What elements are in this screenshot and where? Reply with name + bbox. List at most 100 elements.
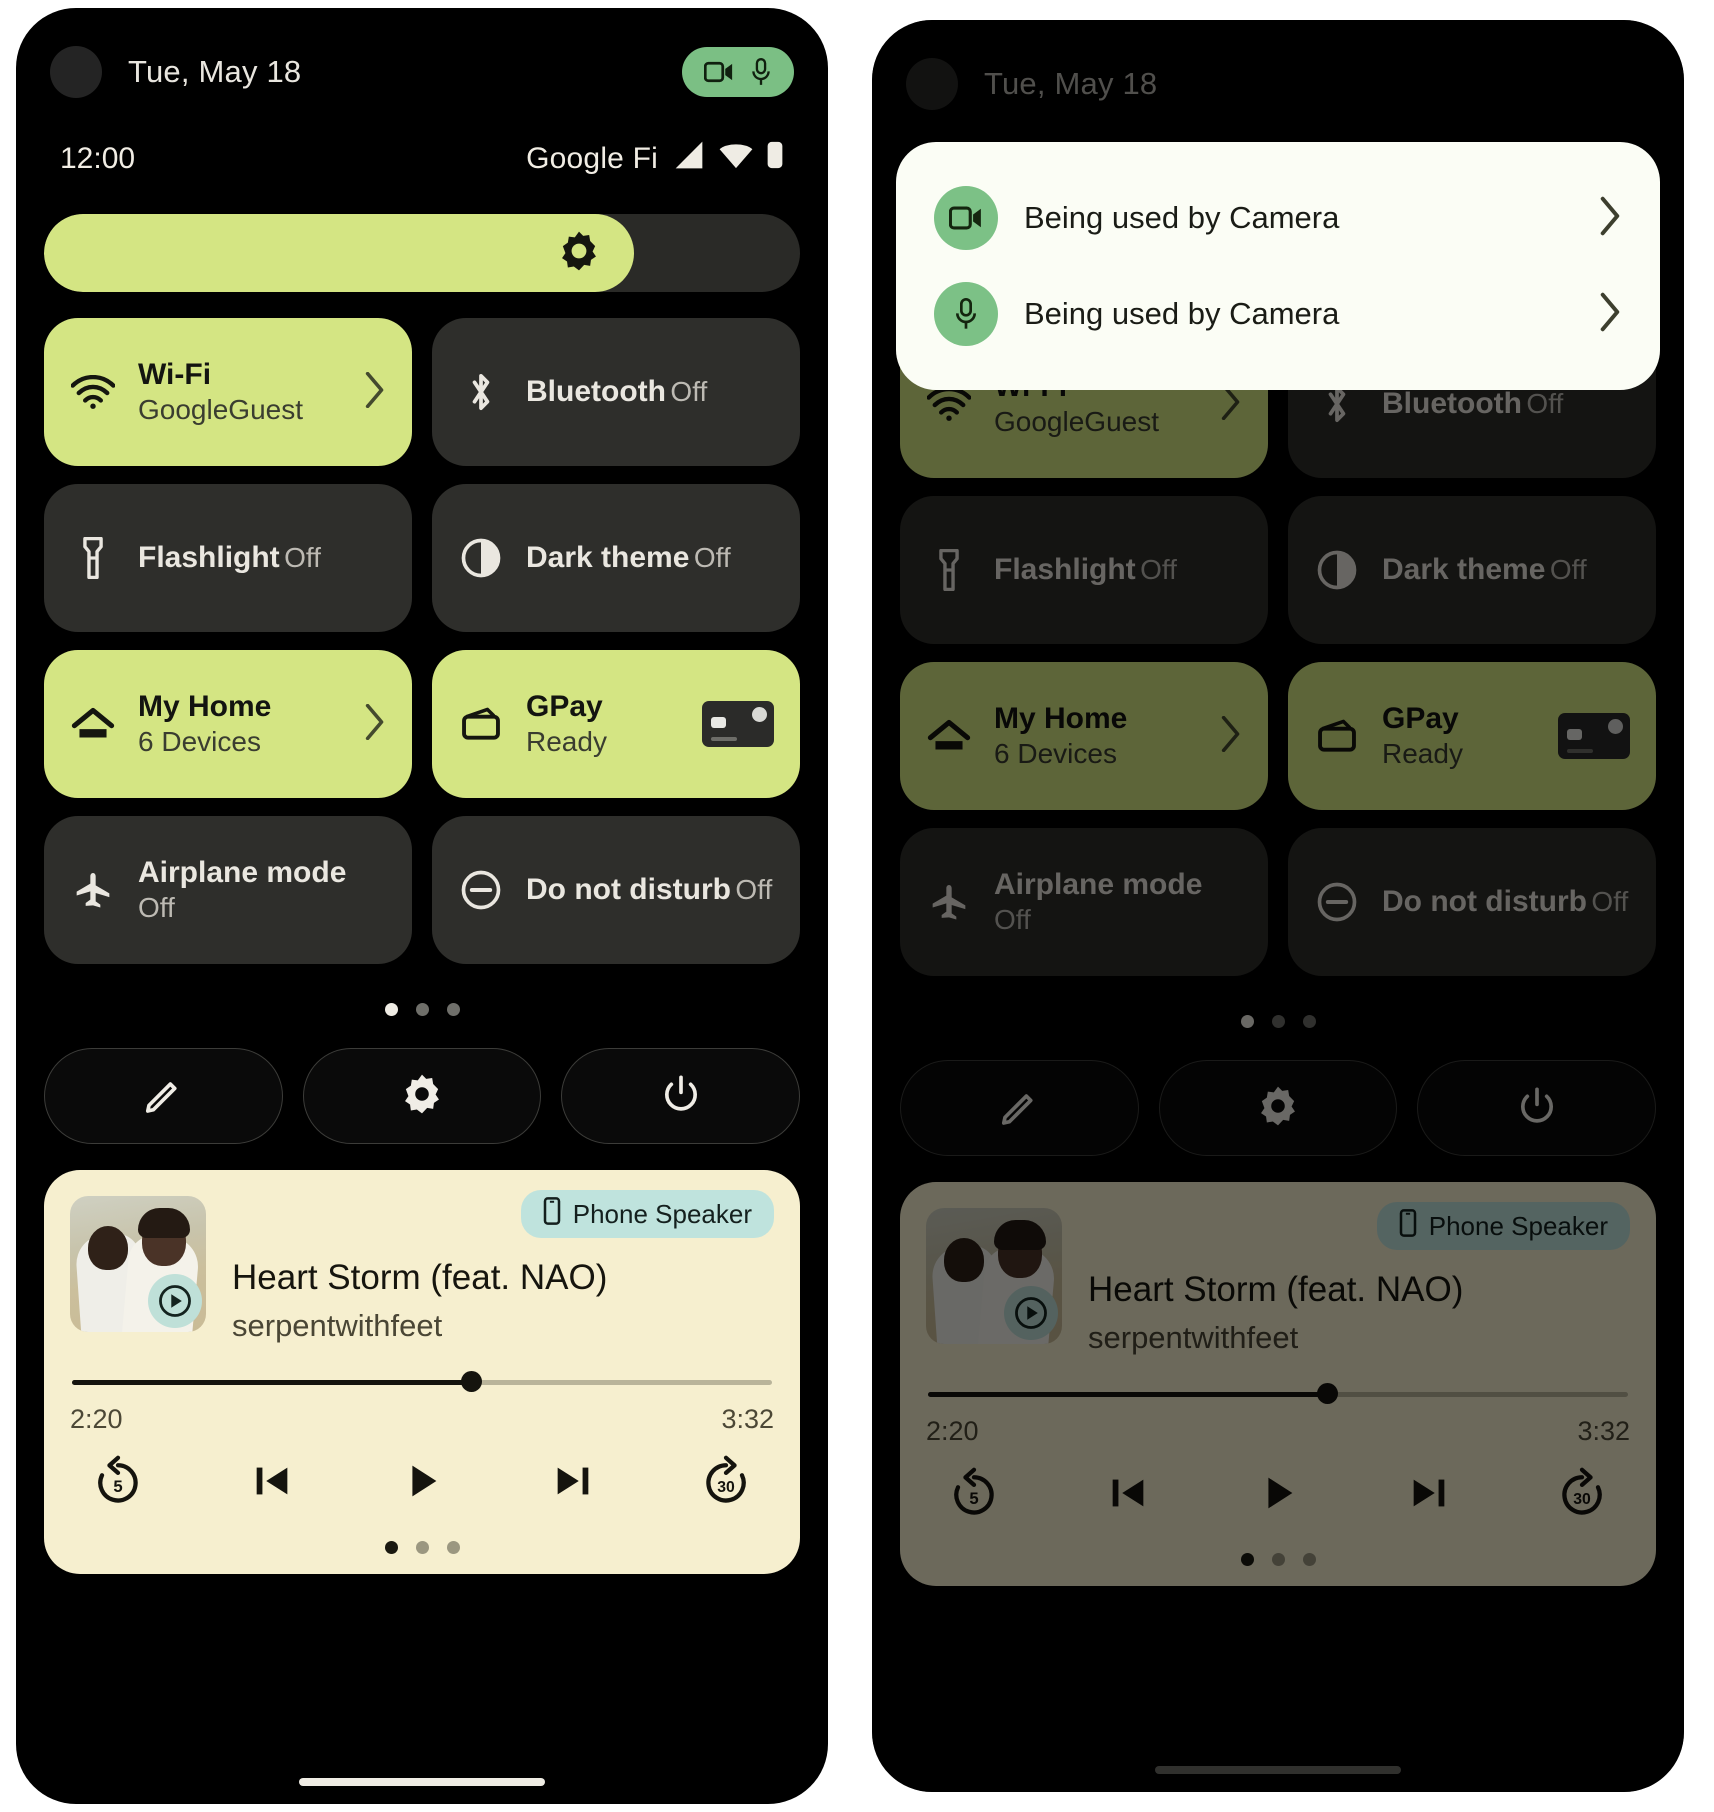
tile-do-not-disturb[interactable]: Do not disturb Off: [1288, 828, 1656, 976]
svg-text:5: 5: [113, 1477, 122, 1496]
microphone-icon: [750, 58, 772, 86]
next-button[interactable]: [1406, 1470, 1452, 1521]
seek-thumb[interactable]: [1317, 1383, 1338, 1404]
rewind-5-button[interactable]: 5: [948, 1467, 1000, 1524]
quick-settings-panel: Tue, May 18 12:00 Google Fi Wi-Fi Google…: [16, 8, 828, 1804]
chevron-right-icon[interactable]: [364, 371, 386, 413]
chevron-right-icon[interactable]: [1598, 292, 1622, 337]
tile-labels: Flashlight Off: [994, 552, 1242, 587]
privacy-row-camera[interactable]: Being used by Camera: [918, 170, 1638, 266]
play-circle-icon[interactable]: [148, 1274, 202, 1328]
tile-bluetooth[interactable]: Bluetooth Off: [432, 318, 800, 466]
previous-button[interactable]: [1105, 1470, 1151, 1521]
pager-dot[interactable]: [446, 1540, 460, 1554]
chevron-right-icon[interactable]: [1220, 715, 1242, 757]
power-button[interactable]: [1417, 1060, 1657, 1156]
wifi-icon: [926, 387, 972, 421]
media-metadata: Phone Speaker Heart Storm (feat. NAO) se…: [232, 1190, 774, 1344]
output-device-chip[interactable]: Phone Speaker: [1376, 1202, 1630, 1250]
phone-icon: [543, 1196, 561, 1232]
tile-do-not-disturb[interactable]: Do not disturb Off: [432, 816, 800, 964]
pager-dot[interactable]: [1240, 1552, 1254, 1566]
pager-dot[interactable]: [1240, 1014, 1254, 1028]
tile-labels: Dark theme Off: [526, 540, 774, 575]
play-circle-icon[interactable]: [1004, 1286, 1058, 1340]
tiles-pager[interactable]: [38, 996, 806, 1022]
track-artist: serpentwithfeet: [232, 1308, 443, 1343]
pager-dot[interactable]: [446, 1002, 460, 1016]
do-not-disturb-icon: [458, 870, 504, 910]
play-button[interactable]: [1255, 1470, 1301, 1521]
tile-flashlight[interactable]: Flashlight Off: [900, 496, 1268, 644]
media-pager[interactable]: [926, 1546, 1630, 1572]
tile-my-home[interactable]: My Home 6 Devices: [900, 662, 1268, 810]
settings-button[interactable]: [302, 1048, 542, 1144]
privacy-indicator-chip[interactable]: [682, 47, 794, 97]
chevron-right-icon[interactable]: [1598, 196, 1622, 241]
album-art-head-left: [88, 1226, 128, 1270]
privacy-row-label: Being used by Camera: [1024, 200, 1340, 235]
tile-flashlight[interactable]: Flashlight Off: [44, 484, 412, 632]
tile-my-home[interactable]: My Home 6 Devices: [44, 650, 412, 798]
pager-dot[interactable]: [1271, 1014, 1285, 1028]
forward-30-button[interactable]: 30: [700, 1455, 752, 1512]
tiles-pager[interactable]: [894, 1008, 1662, 1034]
output-device-label: Phone Speaker: [1428, 1210, 1608, 1241]
tile-title: Do not disturb: [526, 873, 731, 907]
tile-dark-theme[interactable]: Dark theme Off: [1288, 496, 1656, 644]
camera-icon: [704, 60, 734, 84]
brightness-slider[interactable]: [44, 214, 800, 292]
pager-dot[interactable]: [1302, 1014, 1316, 1028]
media-pager[interactable]: [70, 1534, 774, 1560]
media-header: Phone Speaker Heart Storm (feat. NAO) se…: [70, 1190, 774, 1344]
forward-30-button[interactable]: 30: [1556, 1467, 1608, 1524]
album-art-head-left: [944, 1238, 984, 1282]
svg-text:30: 30: [717, 1479, 735, 1496]
media-metadata: Phone Speaker Heart Storm (feat. NAO) se…: [1088, 1202, 1630, 1356]
svg-text:30: 30: [1573, 1491, 1591, 1508]
tile-title: Bluetooth: [1382, 387, 1522, 421]
tile-labels: Airplane mode Off: [138, 855, 386, 925]
pager-dot[interactable]: [384, 1002, 398, 1016]
avatar[interactable]: [50, 46, 102, 98]
edit-tiles-button[interactable]: [44, 1048, 283, 1144]
tile-labels: Do not disturb Off: [1382, 884, 1630, 919]
settings-button[interactable]: [1158, 1060, 1398, 1156]
track-title: Heart Storm (feat. NAO): [1088, 1270, 1464, 1309]
tile-gpay[interactable]: GPay Ready: [432, 650, 800, 798]
pager-dot[interactable]: [1302, 1552, 1316, 1566]
seek-thumb[interactable]: [461, 1371, 482, 1392]
pager-dot[interactable]: [415, 1002, 429, 1016]
tile-subtitle: Off: [1140, 554, 1177, 586]
media-player-card: Phone Speaker Heart Storm (feat. NAO) se…: [900, 1182, 1656, 1586]
album-art-hair: [994, 1220, 1046, 1250]
play-button[interactable]: [399, 1458, 445, 1509]
output-device-label: Phone Speaker: [572, 1198, 752, 1229]
home-indicator: [299, 1778, 545, 1786]
tile-title: Wi-Fi: [138, 357, 212, 391]
tile-dark-theme[interactable]: Dark theme Off: [432, 484, 800, 632]
tile-airplane-mode[interactable]: Airplane mode Off: [44, 816, 412, 964]
output-device-chip[interactable]: Phone Speaker: [520, 1190, 774, 1238]
dark-theme-icon: [1314, 550, 1360, 590]
tile-subtitle: 6 Devices: [138, 726, 261, 758]
tile-labels: Flashlight Off: [138, 540, 386, 575]
date-label: Tue, May 18: [128, 54, 302, 89]
chevron-right-icon[interactable]: [364, 703, 386, 745]
privacy-row-microphone[interactable]: Being used by Camera: [918, 266, 1638, 362]
seek-bar[interactable]: [928, 1383, 1628, 1404]
avatar[interactable]: [906, 58, 958, 110]
pager-dot[interactable]: [384, 1540, 398, 1554]
next-button[interactable]: [550, 1458, 596, 1509]
power-button[interactable]: [561, 1048, 801, 1144]
pager-dot[interactable]: [415, 1540, 429, 1554]
seek-bar[interactable]: [72, 1371, 772, 1392]
previous-button[interactable]: [249, 1458, 295, 1509]
pager-dot[interactable]: [1271, 1552, 1285, 1566]
brightness-fill: [44, 214, 634, 292]
tile-wifi[interactable]: Wi-Fi GoogleGuest: [44, 318, 412, 466]
tile-gpay[interactable]: GPay Ready: [1288, 662, 1656, 810]
edit-tiles-button[interactable]: [900, 1060, 1139, 1156]
rewind-5-button[interactable]: 5: [92, 1455, 144, 1512]
tile-airplane-mode[interactable]: Airplane mode Off: [900, 828, 1268, 976]
